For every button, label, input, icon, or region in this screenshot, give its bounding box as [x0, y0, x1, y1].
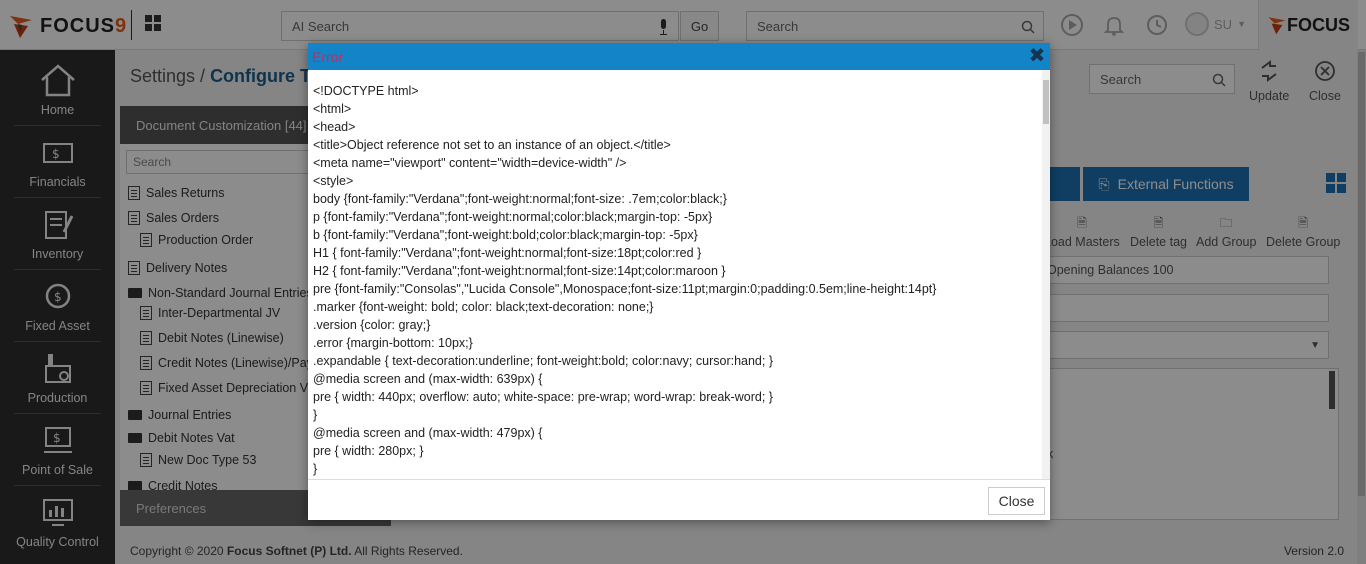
error-content-line: <style> — [313, 174, 354, 188]
dialog-scrollbar[interactable] — [1042, 70, 1050, 479]
close-icon[interactable]: ✖ — [1028, 46, 1046, 66]
dialog-title-bar: Error ✖ — [308, 43, 1050, 70]
error-content-line: <html> — [313, 102, 352, 116]
dialog-footer: Close — [308, 480, 1050, 520]
error-content-line: .marker {font-weight: bold; color: black… — [313, 300, 654, 314]
close-button[interactable]: Close — [988, 487, 1045, 515]
error-content-line: body {font-family:"Verdana";font-weight:… — [313, 192, 727, 206]
error-content-line: H2 { font-family:"Verdana";font-weight:n… — [313, 264, 726, 278]
error-content-line: .error {margin-bottom: 10px;} — [313, 336, 473, 350]
error-content-line: pre { width: 280px; } — [313, 444, 424, 458]
error-content-line: } — [313, 408, 318, 422]
error-html-content: <!DOCTYPE html> <html> <head> <title>Object… — [308, 70, 1050, 479]
error-content-line: <title>Object reference not set to an in… — [313, 138, 671, 152]
error-content-line: @media screen and (max-width: 479px) { — [313, 426, 543, 440]
dialog-body: <!DOCTYPE html> <html> <head> <title>Object… — [308, 70, 1050, 480]
error-content-line: p {font-family:"Verdana";font-weight:nor… — [313, 210, 713, 224]
error-content-line: <!DOCTYPE html> — [313, 84, 419, 98]
error-content-line: .expandable { text-decoration:underline;… — [313, 354, 774, 368]
error-content-line: <meta name="viewport" content="width=dev… — [313, 156, 627, 170]
error-content-line: <head> — [313, 120, 356, 134]
error-content-line: pre { width: 440px; overflow: auto; whit… — [313, 390, 773, 404]
dialog-title: Error — [312, 48, 344, 65]
error-content-line: .version {color: gray;} — [313, 318, 431, 332]
error-content-line: } — [313, 462, 318, 476]
error-content-line: b {font-family:"Verdana";font-weight:bol… — [313, 228, 698, 242]
error-content-line: @media screen and (max-width: 639px) { — [313, 372, 543, 386]
error-content-line: pre {font-family:"Consolas","Lucida Cons… — [313, 282, 937, 296]
error-dialog: Error ✖ <!DOCTYPE html> <html> <head> <titl… — [308, 43, 1050, 520]
dialog-scrollbar-thumb[interactable] — [1043, 80, 1049, 124]
error-content-line: H1 { font-family:"Verdana";font-weight:n… — [313, 246, 702, 260]
